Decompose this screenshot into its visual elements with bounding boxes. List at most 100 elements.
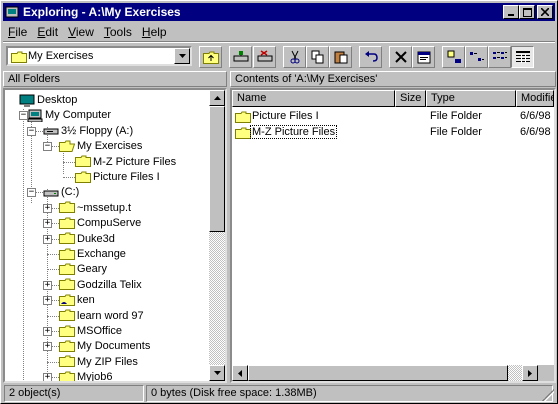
small-icons-button[interactable] [465, 46, 488, 68]
column-name[interactable]: Name [232, 90, 395, 107]
tree-vertical-scrollbar[interactable] [209, 90, 225, 381]
tree-item[interactable]: (C:) [43, 184, 81, 200]
scroll-right-button[interactable] [522, 365, 538, 381]
tree-item[interactable]: ken [59, 292, 97, 308]
tree-item[interactable]: Exchange [59, 246, 128, 262]
column-modified[interactable]: Modified [516, 90, 554, 107]
close-button[interactable] [537, 5, 553, 19]
scroll-thumb[interactable] [209, 106, 225, 232]
tree-item[interactable]: My ZIP Files [59, 354, 140, 370]
tree-item[interactable]: Geary [59, 261, 109, 277]
all-folders-header: All Folders [3, 71, 227, 87]
menu-bar: File Edit View Tools Help [3, 23, 172, 41]
scroll-down-button[interactable] [209, 365, 225, 381]
maximize-button[interactable] [519, 5, 535, 19]
scroll-thumb[interactable] [248, 365, 508, 381]
address-dropdown-button[interactable] [174, 48, 190, 64]
up-one-level-button[interactable] [199, 46, 222, 68]
title-bar[interactable]: Exploring - A:\My Exercises [3, 3, 555, 21]
expand-icon[interactable]: + [43, 342, 52, 352]
folder-icon [75, 171, 91, 183]
arrow-down-icon [213, 371, 221, 375]
tree-item-label: (C:) [61, 186, 80, 199]
copy-button[interactable] [306, 46, 329, 68]
file-row[interactable]: M-Z Picture Files File Folder 6/6/98 [232, 125, 551, 141]
collapse-icon[interactable]: − [27, 188, 36, 198]
tree-item[interactable]: My Exercises [59, 138, 144, 154]
scroll-left-button[interactable] [232, 365, 248, 381]
expand-icon[interactable]: + [43, 373, 52, 381]
paste-button[interactable] [329, 46, 352, 68]
collapse-icon[interactable]: − [19, 111, 28, 121]
expand-icon[interactable]: + [43, 203, 52, 213]
list-view-icon [492, 52, 507, 59]
map-drive-button[interactable] [229, 46, 252, 68]
menu-help[interactable]: Help [137, 25, 172, 39]
file-list[interactable]: Name Size Type Modified Picture Files I … [230, 88, 556, 383]
collapse-icon[interactable]: − [43, 142, 52, 152]
tree-item[interactable]: M-Z Picture Files [75, 154, 178, 170]
tree-item[interactable]: CompuServe [59, 215, 143, 231]
cut-button[interactable] [283, 46, 306, 68]
properties-button[interactable] [412, 46, 435, 68]
expand-icon[interactable]: + [43, 280, 52, 290]
computer-icon [27, 109, 43, 122]
folder-icon [11, 51, 27, 63]
list-horizontal-scrollbar[interactable] [232, 365, 538, 381]
undo-button[interactable] [359, 46, 382, 68]
tree-item[interactable]: 3½ Floppy (A:) [43, 123, 135, 139]
list-view-button[interactable] [488, 46, 511, 68]
tree-item[interactable]: MSOffice [59, 323, 124, 339]
large-icons-icon [447, 50, 461, 63]
arrow-up-icon [213, 96, 221, 100]
file-row[interactable]: Picture Files I File Folder 6/6/98 [232, 109, 551, 125]
tree-item-label: learn word 97 [77, 309, 144, 322]
menu-file[interactable]: File [3, 25, 32, 39]
tree-item[interactable]: Picture Files I [75, 169, 162, 185]
tree-item-label: Myjob6 [77, 371, 113, 383]
tree-item[interactable]: My Documents [59, 338, 152, 354]
menu-view[interactable]: View [63, 25, 99, 39]
expand-icon[interactable]: + [43, 327, 52, 336]
drive-icon [43, 190, 59, 197]
expand-icon[interactable]: + [43, 296, 52, 306]
explorer-app-icon [5, 6, 19, 18]
tree-item-label: My ZIP Files [77, 355, 138, 368]
menu-tools[interactable]: Tools [99, 25, 137, 39]
tree-item-label: ken [77, 294, 95, 307]
up-folder-icon [202, 51, 219, 64]
folder-icon [59, 325, 75, 337]
tree-item[interactable]: Duke3d [59, 231, 117, 247]
status-bar: 2 object(s) 0 bytes (Disk free space: 1.… [3, 384, 555, 402]
menu-edit[interactable]: Edit [32, 25, 63, 39]
tree-connector [23, 109, 24, 381]
details-view-button[interactable] [511, 46, 534, 68]
scissors-icon [290, 50, 299, 64]
collapse-icon[interactable]: − [27, 126, 36, 136]
large-icons-button[interactable] [442, 46, 465, 68]
tree-item[interactable]: My Computer [27, 107, 113, 123]
tree-item[interactable]: Godzilla Telix [59, 277, 144, 293]
minimize-button[interactable] [503, 5, 519, 19]
tree-item-label: My Computer [45, 109, 112, 122]
details-view-icon [515, 51, 530, 63]
resize-grip[interactable] [542, 389, 554, 401]
file-name: Picture Files I [252, 110, 319, 122]
expand-icon[interactable]: + [43, 219, 52, 229]
scroll-up-button[interactable] [209, 90, 225, 106]
column-type[interactable]: Type [426, 90, 516, 107]
tree-item-label: Geary [77, 263, 107, 276]
file-modified: 6/6/98 [520, 110, 551, 122]
tree-connector [47, 269, 59, 271]
address-combo[interactable]: My Exercises [6, 46, 192, 66]
expand-icon[interactable]: + [43, 234, 52, 244]
tree-item[interactable]: Desktop [19, 92, 79, 108]
disconnect-drive-button[interactable] [253, 46, 276, 68]
tree-item[interactable]: Myjob6 [59, 369, 114, 383]
delete-button[interactable] [389, 46, 412, 68]
tree-item[interactable]: ~mssetup.t [59, 200, 133, 216]
tree-item[interactable]: learn word 97 [59, 308, 146, 324]
folder-tree[interactable]: Desktop My Computer −3½ Floppy (A:) − My Exe… [3, 88, 227, 383]
column-size[interactable]: Size [395, 90, 426, 107]
open-folder-icon [59, 140, 75, 152]
